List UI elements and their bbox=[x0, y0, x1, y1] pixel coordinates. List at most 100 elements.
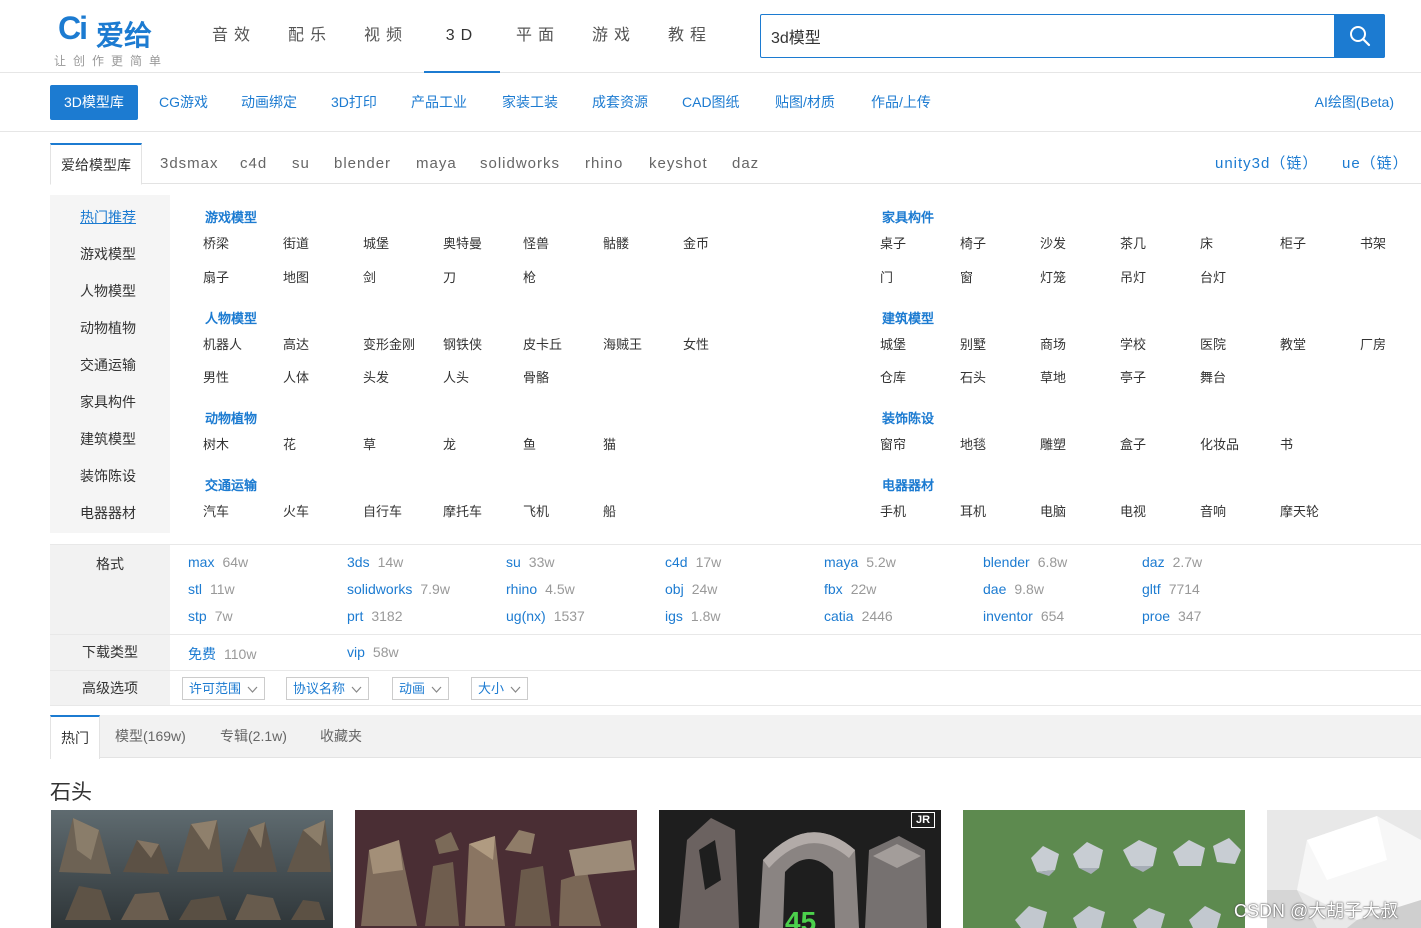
sidebar-category-item[interactable]: 热门推荐 bbox=[80, 207, 136, 227]
hot-tag[interactable]: 树木 bbox=[203, 434, 229, 453]
hot-tag[interactable]: 皮卡丘 bbox=[523, 334, 562, 353]
format-option[interactable]: blender 6.8w bbox=[983, 554, 1067, 570]
result-tab[interactable]: 热门 bbox=[50, 715, 100, 759]
format-option[interactable]: fbx 22w bbox=[824, 581, 876, 597]
hot-tag[interactable]: 怪兽 bbox=[523, 233, 549, 252]
hot-tag[interactable]: 窗 bbox=[960, 267, 973, 286]
category-nav-item[interactable]: CG游戏 bbox=[159, 85, 208, 120]
sidebar-category-item[interactable]: 电器器材 bbox=[80, 503, 136, 523]
external-software-link[interactable]: ue（链） bbox=[1342, 143, 1409, 184]
hot-tag[interactable]: 扇子 bbox=[203, 267, 229, 286]
hot-tag[interactable]: 女性 bbox=[683, 334, 709, 353]
format-option[interactable]: obj 24w bbox=[665, 581, 717, 597]
category-nav-item[interactable]: CAD图纸 bbox=[682, 85, 740, 120]
sidebar-category-item[interactable]: 家具构件 bbox=[80, 392, 136, 412]
hot-tag[interactable]: 奥特曼 bbox=[443, 233, 482, 252]
format-option[interactable]: c4d 17w bbox=[665, 554, 721, 570]
top-nav-item[interactable]: 视频 bbox=[348, 0, 424, 73]
hot-tag[interactable]: 桌子 bbox=[880, 233, 906, 252]
hot-tag[interactable]: 城堡 bbox=[363, 233, 389, 252]
download-type-option[interactable]: vip 58w bbox=[347, 644, 399, 660]
hot-tag[interactable]: 枪 bbox=[523, 267, 536, 286]
sidebar-category-item[interactable]: 动物植物 bbox=[80, 318, 136, 338]
category-nav-item[interactable]: 动画绑定 bbox=[241, 85, 297, 120]
hot-tag[interactable]: 门 bbox=[880, 267, 893, 286]
hot-tag[interactable]: 书 bbox=[1280, 434, 1293, 453]
tag-group-title[interactable]: 电器器材 bbox=[882, 475, 934, 494]
tag-group-title[interactable]: 交通运输 bbox=[205, 475, 257, 494]
category-nav-item[interactable]: 产品工业 bbox=[411, 85, 467, 120]
search-button[interactable] bbox=[1334, 14, 1385, 58]
software-tab[interactable]: blender bbox=[334, 143, 391, 184]
advanced-option-dropdown[interactable]: 协议名称 bbox=[286, 677, 370, 700]
hot-tag[interactable]: 汽车 bbox=[203, 501, 229, 520]
hot-tag[interactable]: 钢铁侠 bbox=[443, 334, 482, 353]
hot-tag[interactable]: 猫 bbox=[603, 434, 616, 453]
hot-tag[interactable]: 教堂 bbox=[1280, 334, 1306, 353]
sidebar-category-item[interactable]: 交通运输 bbox=[80, 355, 136, 375]
format-option[interactable]: catia 2446 bbox=[824, 608, 893, 624]
hot-tag[interactable]: 舞台 bbox=[1200, 367, 1226, 386]
hot-tag[interactable]: 人头 bbox=[443, 367, 469, 386]
hot-tag[interactable]: 医院 bbox=[1200, 334, 1226, 353]
hot-tag[interactable]: 石头 bbox=[960, 367, 986, 386]
top-nav-item[interactable]: 游戏 bbox=[576, 0, 652, 73]
format-option[interactable]: stp 7w bbox=[188, 608, 233, 624]
hot-tag[interactable]: 盒子 bbox=[1120, 434, 1146, 453]
ai-drawing-link[interactable]: AI绘图(Beta) bbox=[1315, 85, 1394, 120]
sidebar-category-item[interactable]: 游戏模型 bbox=[80, 244, 136, 264]
top-nav-item[interactable]: 平面 bbox=[500, 0, 576, 73]
tag-group-title[interactable]: 装饰陈设 bbox=[882, 408, 934, 427]
tag-group-title[interactable]: 游戏模型 bbox=[205, 207, 257, 226]
hot-tag[interactable]: 书架 bbox=[1360, 233, 1386, 252]
software-tab[interactable]: 3dsmax bbox=[160, 143, 219, 184]
hot-tag[interactable]: 船 bbox=[603, 501, 616, 520]
result-tab[interactable]: 收藏夹 bbox=[320, 715, 362, 758]
tag-group-title[interactable]: 建筑模型 bbox=[882, 308, 934, 327]
result-tab[interactable]: 模型(169w) bbox=[115, 715, 186, 758]
hot-tag[interactable]: 金币 bbox=[683, 233, 709, 252]
format-option[interactable]: dae 9.8w bbox=[983, 581, 1044, 597]
hot-tag[interactable]: 龙 bbox=[443, 434, 456, 453]
hot-tag[interactable]: 火车 bbox=[283, 501, 309, 520]
format-option[interactable]: rhino 4.5w bbox=[506, 581, 575, 597]
hot-tag[interactable]: 摩托车 bbox=[443, 501, 482, 520]
category-nav-item[interactable]: 家装工装 bbox=[502, 85, 558, 120]
hot-tag[interactable]: 音响 bbox=[1200, 501, 1226, 520]
search-input[interactable] bbox=[761, 15, 1334, 57]
format-option[interactable]: daz 2.7w bbox=[1142, 554, 1202, 570]
software-tab[interactable]: keyshot bbox=[649, 143, 708, 184]
format-option[interactable]: inventor 654 bbox=[983, 608, 1064, 624]
hot-tag[interactable]: 自行车 bbox=[363, 501, 402, 520]
category-nav-item[interactable]: 成套资源 bbox=[592, 85, 648, 120]
hot-tag[interactable]: 灯笼 bbox=[1040, 267, 1066, 286]
format-option[interactable]: igs 1.8w bbox=[665, 608, 720, 624]
hot-tag[interactable]: 仓库 bbox=[880, 367, 906, 386]
software-tab[interactable]: daz bbox=[732, 143, 759, 184]
hot-tag[interactable]: 台灯 bbox=[1200, 267, 1226, 286]
hot-tag[interactable]: 吊灯 bbox=[1120, 267, 1146, 286]
format-option[interactable]: gltf 7714 bbox=[1142, 581, 1200, 597]
hot-tag[interactable]: 海贼王 bbox=[603, 334, 642, 353]
sidebar-category-item[interactable]: 装饰陈设 bbox=[80, 466, 136, 486]
format-option[interactable]: stl 11w bbox=[188, 581, 235, 597]
hot-tag[interactable]: 学校 bbox=[1120, 334, 1146, 353]
format-option[interactable]: solidworks 7.9w bbox=[347, 581, 450, 597]
category-nav-item[interactable]: 3D模型库 bbox=[50, 85, 138, 120]
format-option[interactable]: proe 347 bbox=[1142, 608, 1201, 624]
software-tab[interactable]: su bbox=[292, 143, 310, 184]
hot-tag[interactable]: 别墅 bbox=[960, 334, 986, 353]
external-software-link[interactable]: unity3d（链） bbox=[1215, 143, 1318, 184]
sidebar-category-item[interactable]: 建筑模型 bbox=[80, 429, 136, 449]
hot-tag[interactable]: 人体 bbox=[283, 367, 309, 386]
category-nav-item[interactable]: 作品/上传 bbox=[871, 85, 931, 120]
category-nav-item[interactable]: 3D打印 bbox=[331, 85, 377, 120]
thumbnail-rock-set-green[interactable] bbox=[963, 810, 1245, 928]
hot-tag[interactable]: 男性 bbox=[203, 367, 229, 386]
top-nav-item[interactable]: 音效 bbox=[196, 0, 272, 73]
hot-tag[interactable]: 草 bbox=[363, 434, 376, 453]
site-logo[interactable]: Ci 爱给 让创作更简单 bbox=[54, 8, 194, 68]
top-nav-item[interactable]: 配乐 bbox=[272, 0, 348, 73]
result-tab[interactable]: 专辑(2.1w) bbox=[220, 715, 287, 758]
hot-tag[interactable]: 厂房 bbox=[1360, 334, 1386, 353]
